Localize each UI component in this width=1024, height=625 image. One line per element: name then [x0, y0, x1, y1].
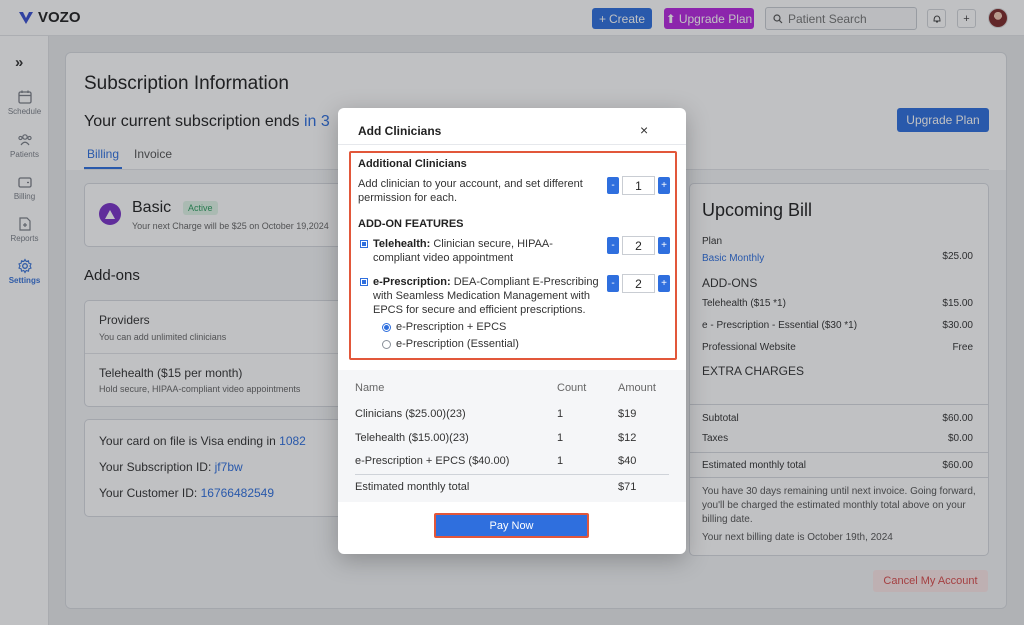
table-header-name: Name — [355, 382, 385, 394]
erx-name: e-Prescription: — [373, 276, 451, 288]
erx-option-epcs-label: e-Prescription + EPCS — [396, 321, 507, 333]
close-icon[interactable]: × — [640, 122, 648, 138]
telehealth-plus-button[interactable]: + — [658, 237, 670, 254]
table-row-erx-name: e-Prescription + EPCS ($40.00) — [355, 455, 510, 467]
table-total-amount: $71 — [618, 481, 637, 493]
table-row-erx-amount: $40 — [618, 455, 637, 467]
telehealth-feature: Telehealth: Clinician secure, HIPAA-comp… — [373, 237, 598, 265]
table-total-divider — [355, 474, 669, 475]
erx-plus-button[interactable]: + — [658, 275, 670, 292]
erx-option-essential[interactable]: e-Prescription (Essential) — [382, 338, 519, 350]
radio-selected-icon[interactable] — [382, 322, 391, 332]
erx-feature: e-Prescription: DEA-Compliant E-Prescrib… — [373, 275, 605, 317]
add-clinicians-modal: Add Clinicians × Additional Clinicians A… — [338, 108, 686, 554]
addon-features-heading: ADD-ON FEATURES — [358, 218, 464, 230]
modal-header-divider — [338, 144, 686, 145]
erx-minus-button[interactable]: - — [607, 275, 619, 292]
table-header-amount: Amount — [618, 382, 656, 394]
pay-now-button[interactable]: Pay Now — [436, 515, 587, 536]
radio-unselected-icon[interactable] — [382, 339, 391, 349]
erx-option-epcs[interactable]: e-Prescription + EPCS — [382, 321, 506, 333]
telehealth-count-stepper[interactable]: - 2 + — [607, 236, 670, 255]
telehealth-checkbox[interactable] — [360, 240, 368, 248]
table-row-telehealth-name: Telehealth ($15.00)(23) — [355, 432, 469, 444]
clinician-count[interactable]: 1 — [622, 176, 655, 195]
additional-clinicians-text: Add clinician to your account, and set d… — [358, 178, 583, 204]
clinician-minus-button[interactable]: - — [607, 177, 619, 194]
table-row-clinicians-amount: $19 — [618, 408, 637, 420]
telehealth-count[interactable]: 2 — [622, 236, 655, 255]
additional-clinicians-heading: Additional Clinicians — [358, 158, 467, 170]
erx-count[interactable]: 2 — [622, 274, 655, 293]
table-row-clinicians-count: 1 — [557, 408, 564, 420]
table-row-telehealth-amount: $12 — [618, 432, 637, 444]
modal-title: Add Clinicians — [358, 124, 442, 138]
table-row-telehealth-count: 1 — [557, 432, 564, 444]
clinician-plus-button[interactable]: + — [658, 177, 670, 194]
telehealth-name: Telehealth: — [373, 238, 431, 250]
table-header-count: Count — [557, 382, 587, 394]
clinician-count-stepper[interactable]: - 1 + — [607, 176, 670, 195]
erx-count-stepper[interactable]: - 2 + — [607, 274, 670, 293]
table-total-label: Estimated monthly total — [355, 481, 470, 493]
table-row-clinicians-name: Clinicians ($25.00)(23) — [355, 408, 466, 420]
erx-checkbox[interactable] — [360, 278, 368, 286]
erx-option-essential-label: e-Prescription (Essential) — [396, 338, 519, 350]
table-row-erx-count: 1 — [557, 455, 564, 467]
telehealth-minus-button[interactable]: - — [607, 237, 619, 254]
